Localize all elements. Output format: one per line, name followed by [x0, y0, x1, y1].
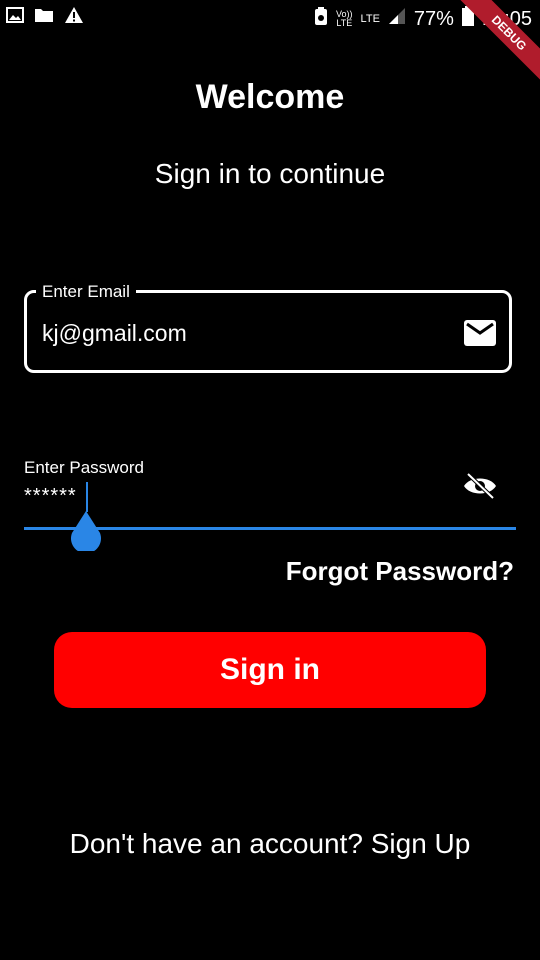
password-input[interactable]: ****** — [24, 485, 77, 508]
lte-indicator: LTE — [360, 12, 380, 25]
status-left — [6, 6, 84, 29]
mail-icon — [464, 320, 496, 346]
folder-icon — [34, 7, 54, 28]
forgot-password-link[interactable]: Forgot Password? — [286, 556, 514, 587]
page-subtitle: Sign in to continue — [154, 158, 386, 189]
text-selection-handle[interactable] — [70, 511, 102, 554]
email-input[interactable]: kj@gmail.com — [42, 320, 187, 347]
email-label: Enter Email — [36, 282, 136, 302]
volte-line2: LTE — [336, 18, 353, 28]
page-title: Welcome — [195, 78, 345, 116]
eye-off-icon[interactable] — [462, 472, 498, 500]
signal-icon — [388, 7, 406, 31]
status-bar: Vo)) LTE LTE 77% 16:05 — [0, 0, 540, 36]
password-label: Enter Password — [24, 458, 144, 477]
warning-icon — [64, 6, 84, 29]
battery-text: 77% — [413, 7, 454, 30]
data-saver-icon — [314, 6, 328, 32]
password-underline — [24, 527, 516, 530]
sign-in-button[interactable]: Sign in — [54, 632, 486, 708]
text-cursor — [86, 482, 88, 512]
image-icon — [6, 7, 24, 28]
sign-in-label: Sign in — [220, 653, 320, 686]
volte-indicator: Vo)) LTE — [336, 10, 353, 28]
sign-up-link[interactable]: Don't have an account? Sign Up — [0, 828, 540, 860]
